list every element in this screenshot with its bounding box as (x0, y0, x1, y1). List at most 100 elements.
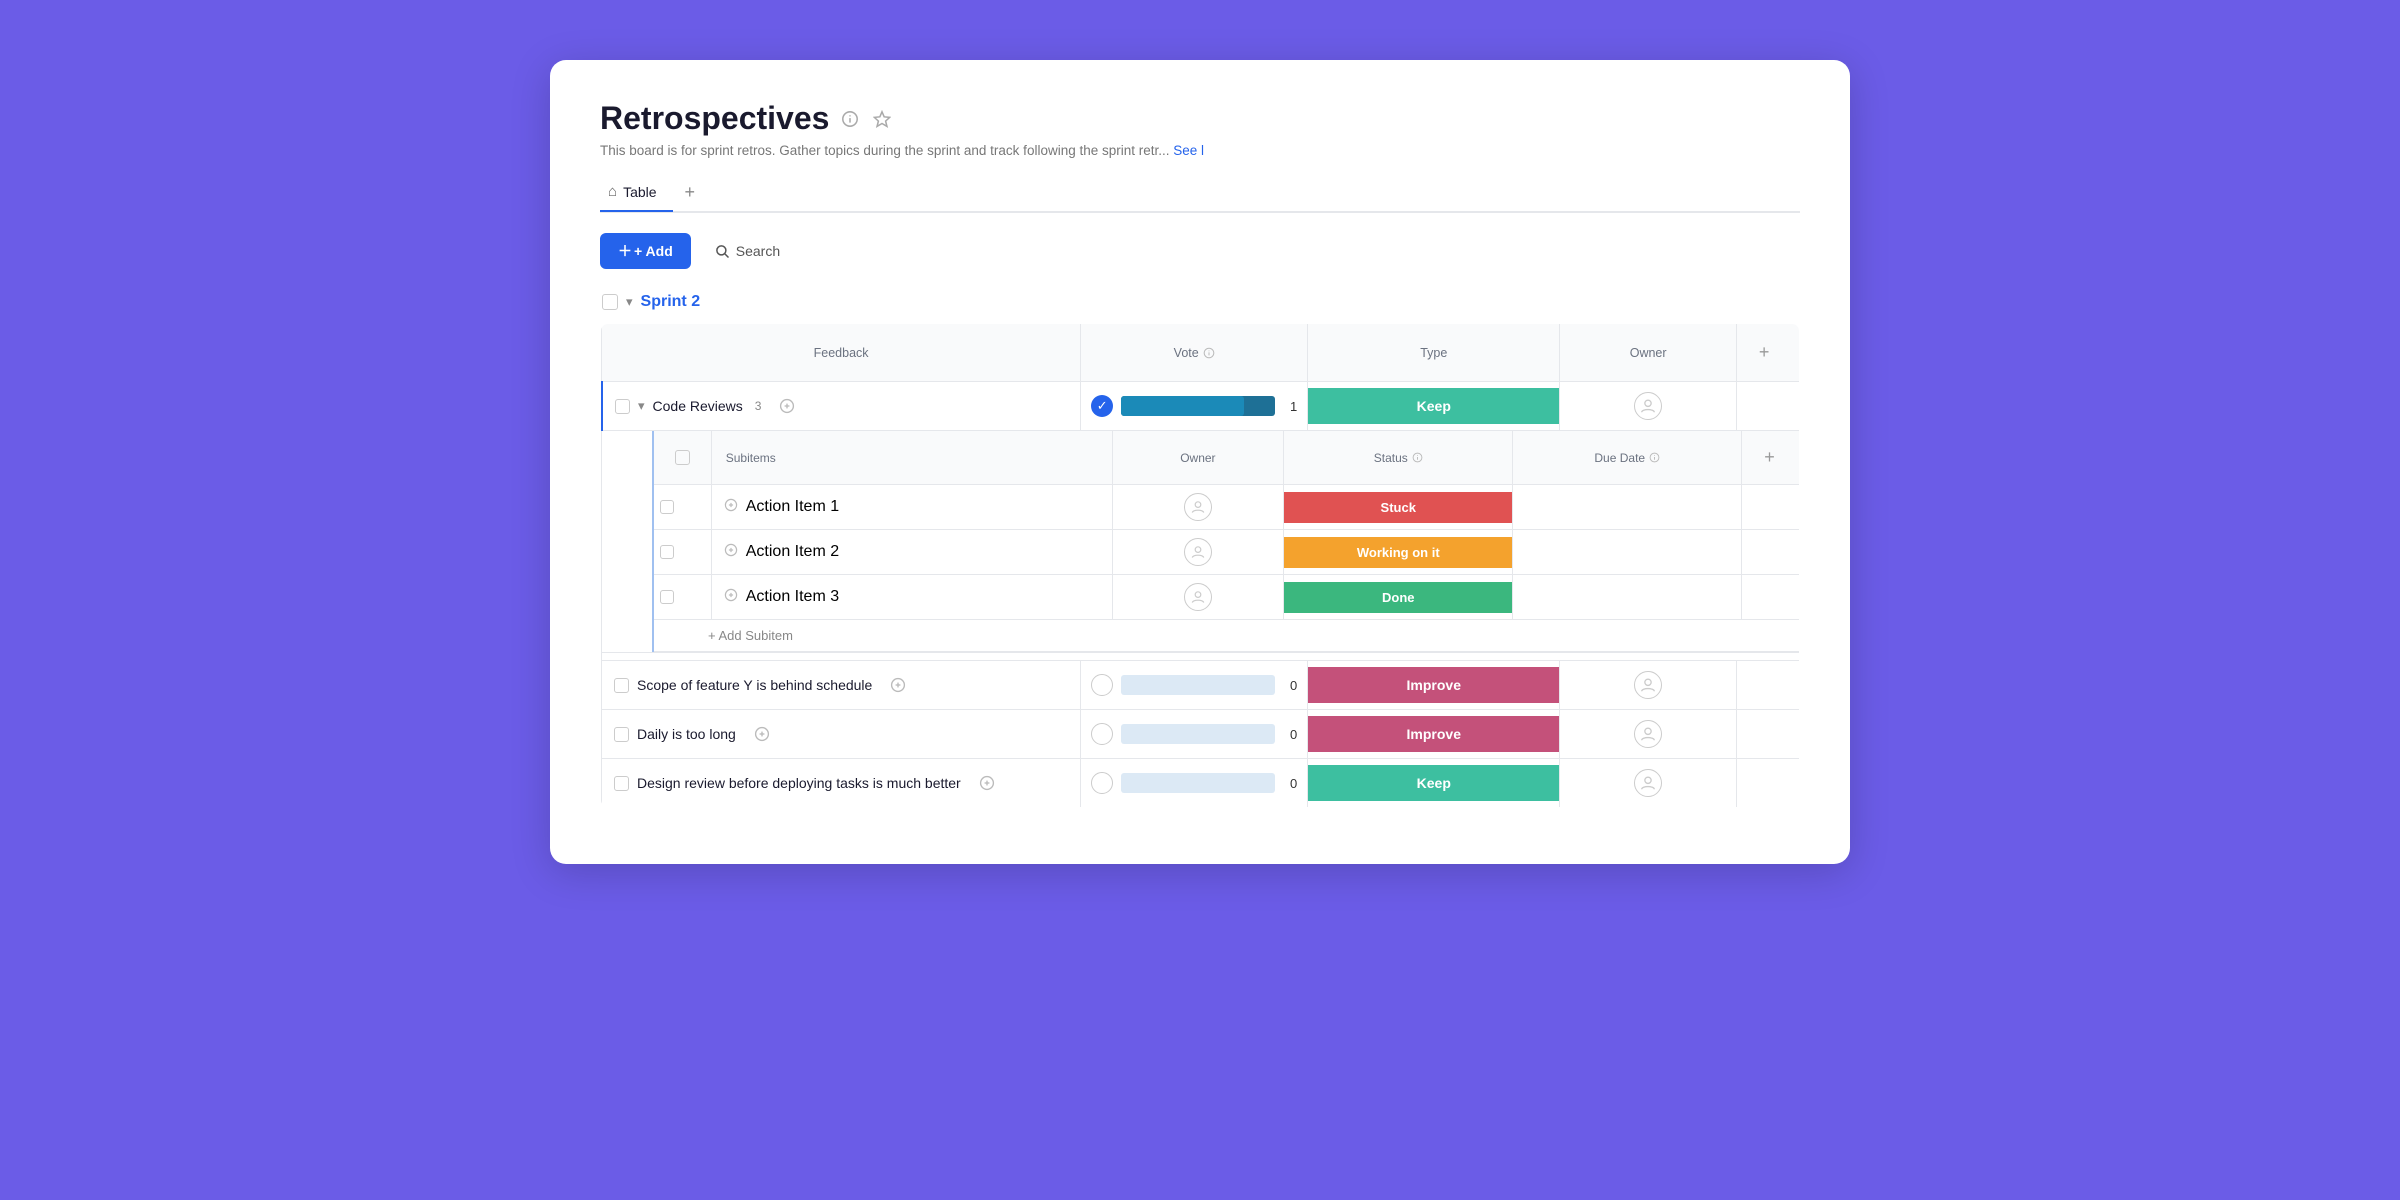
row-checkbox-scope[interactable] (614, 678, 629, 693)
subitems-row: Subitems Owner Status (602, 431, 1800, 653)
sub-name-cell-3: Action Item 3 (711, 575, 1112, 620)
row-checkbox-code-reviews[interactable] (615, 399, 630, 414)
sprint-section: ▾ Sprint 2 Feedback Vote Type (600, 293, 1800, 808)
board-table: Feedback Vote Type Owner (600, 323, 1800, 808)
sub-owner-cell-2 (1112, 530, 1284, 575)
type-cell-scope: Improve (1308, 661, 1560, 710)
th-sub-owner: Owner (1112, 431, 1284, 485)
add-button[interactable]: ＋ + Add (600, 233, 691, 269)
home-icon: ⌂ (608, 183, 617, 200)
sprint-name: Sprint 2 (641, 293, 701, 311)
type-cell-design: Keep (1308, 759, 1560, 808)
vote-circle-design[interactable] (1091, 772, 1113, 794)
add-subitem-col-button[interactable]: + (1756, 439, 1783, 476)
th-sub-checkbox (654, 431, 711, 485)
sub-checkbox-cell-1 (654, 485, 711, 530)
add-subitem-cell: + Add Subitem (654, 620, 1799, 652)
owner-avatar-design[interactable] (1634, 769, 1662, 797)
status-info-icon (1412, 452, 1423, 463)
feedback-cell-scope: Scope of feature Y is behind schedule (602, 661, 1081, 710)
sub-add-owner-2[interactable] (724, 543, 738, 561)
toolbar: ＋ + Add Search (600, 233, 1800, 269)
th-feedback: Feedback (602, 324, 1081, 382)
owner-avatar-scope[interactable] (1634, 671, 1662, 699)
th-sub-duedate: Due Date (1513, 431, 1742, 485)
search-icon (715, 244, 730, 259)
status-badge-done[interactable]: Done (1284, 582, 1512, 613)
info-button[interactable] (839, 108, 861, 130)
type-badge-code-reviews[interactable]: Keep (1308, 388, 1559, 424)
vote-check-icon[interactable]: ✓ (1091, 395, 1113, 417)
add-column-button[interactable]: + (1751, 334, 1778, 371)
vote-circle-daily[interactable] (1091, 723, 1113, 745)
star-button[interactable] (871, 108, 893, 130)
search-button[interactable]: Search (701, 235, 794, 267)
status-badge-stuck[interactable]: Stuck (1284, 492, 1512, 523)
subitem-row: Action Item 2 (654, 530, 1799, 575)
th-type: Type (1308, 324, 1560, 382)
sub-avatar-1[interactable] (1184, 493, 1212, 521)
tabs-row: ⌂ Table + (600, 174, 1800, 213)
sprint-checkbox[interactable] (602, 294, 618, 310)
add-cell-code-reviews (1736, 382, 1799, 431)
type-badge-scope[interactable]: Improve (1308, 667, 1559, 703)
owner-avatar-code-reviews[interactable] (1634, 392, 1662, 420)
type-badge-design[interactable]: Keep (1308, 765, 1559, 801)
feedback-cell-daily: Daily is too long (602, 710, 1081, 759)
th-add: + (1736, 324, 1799, 382)
sub-add-owner-1[interactable] (724, 498, 738, 516)
page-header: Retrospectives This board is for sprint … (600, 100, 1800, 158)
table-row: Daily is too long 0 (602, 710, 1800, 759)
row-checkbox-daily[interactable] (614, 727, 629, 742)
add-cell-daily (1736, 710, 1799, 759)
sub-extra-cell-1 (1742, 485, 1799, 530)
add-comment-button-scope[interactable] (880, 671, 916, 699)
sub-add-owner-3[interactable] (724, 588, 738, 606)
feedback-cell-design: Design review before deploying tasks is … (602, 759, 1081, 808)
owner-avatar-daily[interactable] (1634, 720, 1662, 748)
vote-circle-scope[interactable] (1091, 674, 1113, 696)
expand-code-reviews-button[interactable]: ▾ (638, 398, 645, 414)
add-comment-button-daily[interactable] (744, 720, 780, 748)
sub-checkbox-1[interactable] (660, 500, 674, 514)
sprint-expand-button[interactable]: ▾ (626, 294, 633, 310)
plus-icon: ＋ (618, 241, 632, 261)
spacer-row (602, 653, 1800, 661)
add-subitem-row: + Add Subitem (654, 620, 1799, 652)
type-cell-code-reviews: Keep (1308, 382, 1560, 431)
subitem-row: Action Item 3 (654, 575, 1799, 620)
tab-table[interactable]: ⌂ Table (600, 175, 673, 212)
sub-checkbox-3[interactable] (660, 590, 674, 604)
feedback-cell-code-reviews: ▾ Code Reviews 3 (602, 382, 1081, 431)
sub-owner-cell-3 (1112, 575, 1284, 620)
owner-cell-code-reviews (1560, 382, 1737, 431)
add-cell-design (1736, 759, 1799, 808)
row-checkbox-design[interactable] (614, 776, 629, 791)
vote-cell-code-reviews: ✓ 1 (1081, 382, 1308, 431)
add-cell-scope (1736, 661, 1799, 710)
vote-cell-design: 0 (1081, 759, 1308, 808)
status-badge-working[interactable]: Working on it (1284, 537, 1512, 568)
title-row: Retrospectives (600, 100, 1800, 137)
sub-checkbox-cell-3 (654, 575, 711, 620)
sub-extra-cell-3 (1742, 575, 1799, 620)
th-sub-add: + (1742, 431, 1799, 485)
sub-avatar-2[interactable] (1184, 538, 1212, 566)
owner-cell-design (1560, 759, 1737, 808)
add-subitem-button[interactable]: + Add Subitem (704, 628, 793, 643)
sub-owner-cell-1 (1112, 485, 1284, 530)
sub-checkbox-2[interactable] (660, 545, 674, 559)
sub-duedate-cell-1 (1513, 485, 1742, 530)
sub-status-cell-3: Done (1284, 575, 1513, 620)
type-badge-daily[interactable]: Improve (1308, 716, 1559, 752)
add-tab-button[interactable]: + (673, 174, 708, 213)
sub-name-cell-2: Action Item 2 (711, 530, 1112, 575)
add-comment-button-code-reviews[interactable] (769, 392, 805, 420)
sub-extra-cell-2 (1742, 530, 1799, 575)
add-comment-button-design[interactable] (969, 769, 1005, 797)
th-subitems: Subitems (711, 431, 1112, 485)
subitems-table: Subitems Owner Status (654, 431, 1799, 652)
sub-avatar-3[interactable] (1184, 583, 1212, 611)
see-more-link[interactable]: See l (1173, 143, 1204, 158)
th-sub-status: Status (1284, 431, 1513, 485)
